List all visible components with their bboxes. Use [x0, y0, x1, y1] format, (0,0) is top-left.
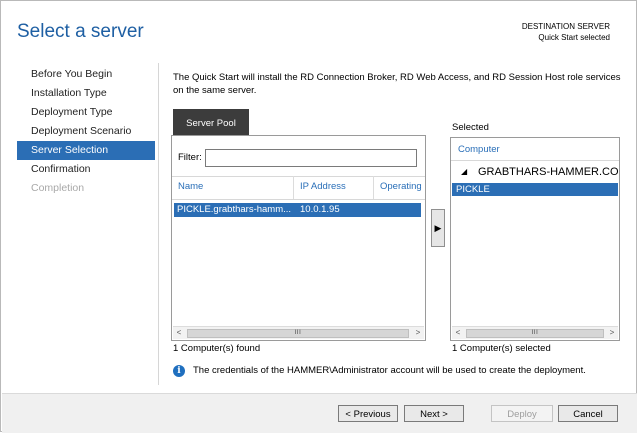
info-text: The credentials of the HAMMER\Administra…: [193, 365, 586, 376]
cancel-button[interactable]: Cancel: [558, 405, 618, 422]
collapse-triangle-icon[interactable]: ◢: [461, 167, 467, 176]
nav-item-server-selection[interactable]: Server Selection: [17, 141, 155, 160]
footer-bar: < Previous Next > Deploy Cancel: [2, 393, 637, 433]
column-header-name[interactable]: Name: [178, 181, 203, 192]
deploy-button: Deploy: [491, 405, 553, 422]
nav-item-installation-type[interactable]: Installation Type: [17, 84, 155, 103]
row-ip: 10.0.1.95: [300, 204, 340, 215]
column-divider: [373, 176, 374, 199]
grid-divider: [451, 160, 619, 161]
destination-label: DESTINATION SERVER: [521, 22, 610, 31]
destination-value: Quick Start selected: [538, 33, 610, 42]
wizard-nav: Before You Begin Installation Type Deplo…: [17, 65, 155, 198]
page-title: Select a server: [17, 21, 144, 42]
filter-label: Filter:: [178, 152, 202, 163]
scroll-right-icon[interactable]: >: [606, 327, 618, 339]
next-button[interactable]: Next >: [404, 405, 464, 422]
nav-divider: [158, 63, 159, 385]
selected-panel: Computer ◢ GRABTHARS-HAMMER.COM PICKLE <…: [450, 137, 620, 341]
pool-horizontal-scrollbar[interactable]: < III >: [173, 326, 424, 339]
selected-horizontal-scrollbar[interactable]: < III >: [452, 326, 618, 339]
scroll-right-icon[interactable]: >: [412, 327, 424, 339]
grid-divider: [172, 176, 425, 177]
scroll-left-icon[interactable]: <: [452, 327, 464, 339]
nav-item-deployment-type[interactable]: Deployment Type: [17, 103, 155, 122]
table-row[interactable]: PICKLE.grabthars-hamm... 10.0.1.95: [174, 203, 421, 217]
grid-divider: [172, 199, 425, 200]
add-to-selected-button[interactable]: ▶: [431, 209, 445, 247]
computers-found-count: 1 Computer(s) found: [173, 343, 261, 354]
previous-button[interactable]: < Previous: [338, 405, 398, 422]
nav-item-confirmation[interactable]: Confirmation: [17, 160, 155, 179]
server-pool-panel: Filter: Name IP Address Operating PICKLE…: [171, 135, 426, 341]
column-header-os[interactable]: Operating: [380, 181, 422, 192]
destination-server: DESTINATION SERVER Quick Start selected: [522, 21, 610, 43]
column-divider: [293, 176, 294, 199]
column-header-computer[interactable]: Computer: [458, 144, 500, 155]
tab-server-pool[interactable]: Server Pool: [173, 109, 249, 135]
list-item[interactable]: PICKLE: [452, 183, 618, 196]
scroll-thumb[interactable]: III: [187, 329, 409, 338]
scroll-left-icon[interactable]: <: [173, 327, 185, 339]
row-name: PICKLE.grabthars-hamm...: [177, 204, 292, 215]
info-icon: i: [173, 365, 185, 377]
nav-item-before-you-begin[interactable]: Before You Begin: [17, 65, 155, 84]
selected-label: Selected: [452, 122, 489, 133]
intro-text: The Quick Start will install the RD Conn…: [173, 72, 621, 96]
group-label: GRABTHARS-HAMMER.COM: [478, 166, 620, 178]
filter-input[interactable]: [205, 149, 417, 167]
computers-selected-count: 1 Computer(s) selected: [452, 343, 551, 354]
nav-item-deployment-scenario[interactable]: Deployment Scenario: [17, 122, 155, 141]
nav-item-completion: Completion: [31, 182, 85, 194]
column-header-ip[interactable]: IP Address: [300, 181, 346, 192]
scroll-thumb[interactable]: III: [466, 329, 604, 338]
wizard-window: Select a server DESTINATION SERVER Quick…: [0, 0, 637, 433]
